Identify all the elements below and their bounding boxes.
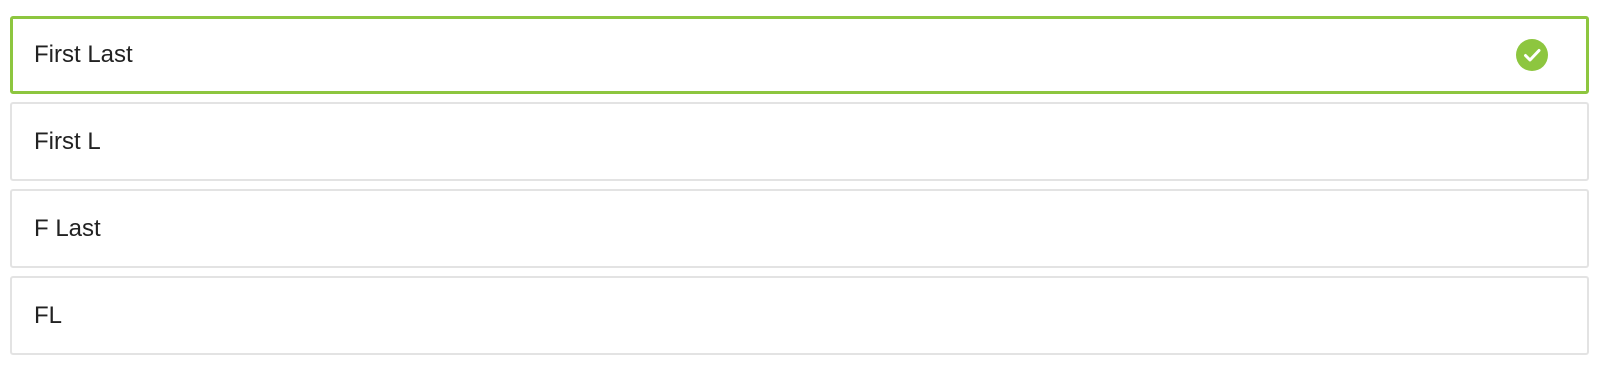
option-label: FL xyxy=(34,301,63,329)
option-label: F Last xyxy=(34,214,101,242)
name-format-option-list: First Last First L F Last FL xyxy=(0,0,1600,376)
option-label: First Last xyxy=(34,41,133,68)
name-format-option-f-last[interactable]: F Last xyxy=(10,189,1589,268)
name-format-option-fl[interactable]: FL xyxy=(10,276,1589,355)
name-format-option-first-last[interactable]: First Last xyxy=(10,16,1589,94)
option-label: First L xyxy=(34,127,101,155)
check-circle-icon xyxy=(1516,39,1548,71)
name-format-option-first-l[interactable]: First L xyxy=(10,102,1589,181)
